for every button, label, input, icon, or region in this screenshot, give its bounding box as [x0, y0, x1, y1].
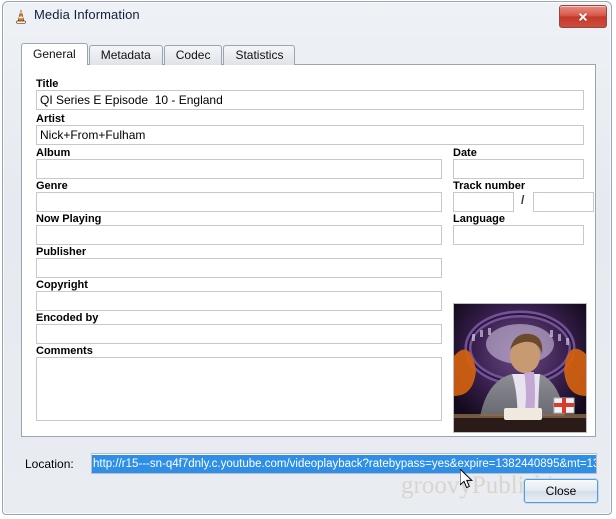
- publisher-label: Publisher: [36, 246, 87, 258]
- tab-codec[interactable]: Codec: [163, 45, 223, 65]
- date-input[interactable]: [453, 159, 584, 179]
- now-playing-input[interactable]: [36, 225, 442, 245]
- comments-textarea[interactable]: [36, 357, 442, 421]
- track-number-label: Track number: [453, 180, 526, 192]
- tab-statistics[interactable]: Statistics: [223, 45, 296, 65]
- window-title: Media Information: [34, 7, 140, 22]
- album-input[interactable]: [36, 159, 442, 179]
- track-number-input[interactable]: [453, 192, 514, 212]
- title-input[interactable]: [36, 90, 584, 110]
- cover-art-thumbnail: [453, 303, 587, 433]
- vlc-cone-icon: [13, 9, 29, 25]
- track-total-input[interactable]: [533, 192, 594, 212]
- title-label: Title: [36, 78, 59, 90]
- close-button[interactable]: Close: [524, 479, 598, 503]
- tab-strip: General Metadata Codec Statistics: [21, 43, 296, 65]
- genre-input[interactable]: [36, 192, 442, 212]
- general-tab-panel: Title Artist Album Genre Now Playing Pub…: [21, 64, 596, 437]
- artist-input[interactable]: [36, 125, 584, 145]
- genre-label: Genre: [36, 180, 68, 192]
- track-separator: /: [521, 193, 525, 207]
- tab-metadata[interactable]: Metadata: [88, 45, 163, 65]
- tab-general[interactable]: General: [21, 43, 88, 65]
- location-field[interactable]: http://r15---sn-q4f7dnly.c.youtube.com/v…: [91, 453, 597, 474]
- artist-label: Artist: [36, 113, 65, 125]
- language-input[interactable]: [453, 225, 584, 245]
- copyright-label: Copyright: [36, 279, 88, 291]
- now-playing-label: Now Playing: [36, 213, 102, 225]
- encoded-by-label: Encoded by: [36, 312, 99, 324]
- date-label: Date: [453, 147, 477, 159]
- copyright-input[interactable]: [36, 291, 442, 311]
- media-information-dialog: Media Information General Metadata Codec…: [2, 1, 612, 515]
- album-label: Album: [36, 147, 71, 159]
- encoded-by-input[interactable]: [36, 324, 442, 344]
- publisher-input[interactable]: [36, 258, 442, 278]
- comments-label: Comments: [36, 345, 93, 357]
- title-bar: Media Information: [3, 2, 611, 32]
- location-label: Location:: [25, 457, 74, 471]
- window-close-button[interactable]: [559, 5, 607, 28]
- language-label: Language: [453, 213, 505, 225]
